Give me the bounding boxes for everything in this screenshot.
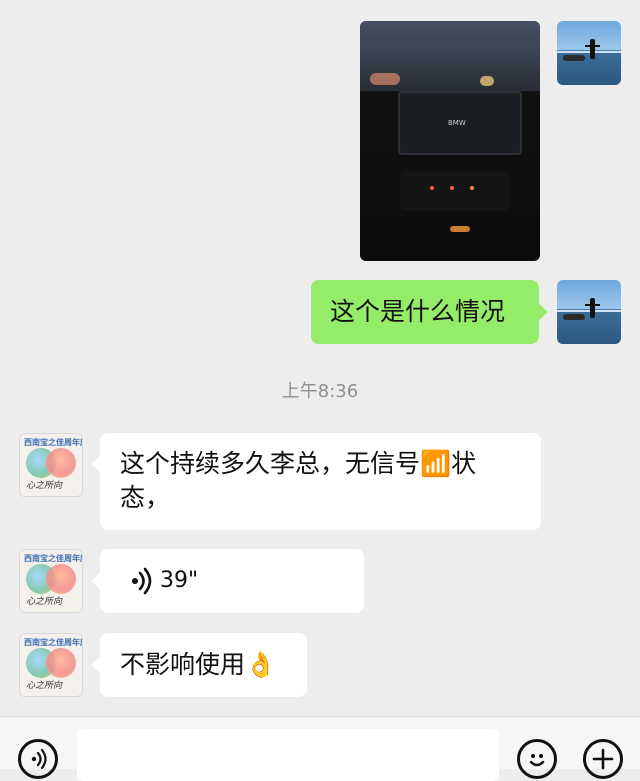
voice-wave-icon (126, 566, 154, 596)
avatar-script-text: 心之所向 (26, 481, 63, 491)
voice-message-bubble[interactable]: 39" (100, 549, 364, 613)
voice-toggle-icon[interactable] (18, 739, 58, 779)
received-bubble-tail (91, 456, 100, 472)
sent-bubble-tail (539, 304, 548, 320)
photo-car-light (370, 73, 400, 85)
received-bubble-tail (91, 573, 100, 589)
photo-car-light (480, 76, 494, 86)
received-message-text: 这个持续多久李总，无信号📶状态， (120, 449, 477, 512)
plus-icon[interactable] (583, 739, 623, 779)
photo-console-led (450, 186, 454, 190)
contact-avatar[interactable]: 西南宝之佳周年庆 心之所向 (19, 633, 83, 697)
self-avatar[interactable] (557, 280, 621, 344)
received-message-text: 不影响使用👌 (120, 650, 277, 679)
photo-console (400, 171, 510, 211)
photo-console-led (470, 186, 474, 190)
photo-dashboard-screen: BMW (398, 91, 522, 155)
avatar-badge-text: 西南宝之佳周年庆 (24, 638, 83, 647)
received-message-bubble[interactable]: 不影响使用👌 (100, 633, 307, 697)
sent-message-text: 这个是什么情况 (330, 297, 506, 326)
self-avatar[interactable] (557, 21, 621, 85)
sent-message-bubble[interactable]: 这个是什么情况 (311, 280, 539, 344)
photo-screen-brand: BMW (448, 119, 466, 127)
avatar-badge-text: 西南宝之佳周年庆 (24, 554, 83, 563)
contact-avatar[interactable]: 西南宝之佳周年庆 心之所向 (19, 433, 83, 497)
avatar-script-text: 心之所向 (26, 597, 63, 607)
photo-console-led (430, 186, 434, 190)
photo-cable-light (450, 226, 470, 232)
received-bubble-tail (91, 657, 100, 673)
avatar-script-text: 心之所向 (26, 681, 63, 691)
message-timestamp: 上午8:36 (281, 381, 359, 402)
received-message-bubble[interactable]: 这个持续多久李总，无信号📶状态， (100, 433, 541, 530)
emoji-icon[interactable] (517, 739, 557, 779)
message-input[interactable] (77, 729, 499, 781)
avatar-badge-text: 西南宝之佳周年庆 (24, 438, 83, 447)
voice-duration: 39" (160, 568, 199, 593)
contact-avatar[interactable]: 西南宝之佳周年庆 心之所向 (19, 549, 83, 613)
sent-photo[interactable]: BMW (360, 21, 540, 261)
chat-input-bar (0, 716, 640, 781)
